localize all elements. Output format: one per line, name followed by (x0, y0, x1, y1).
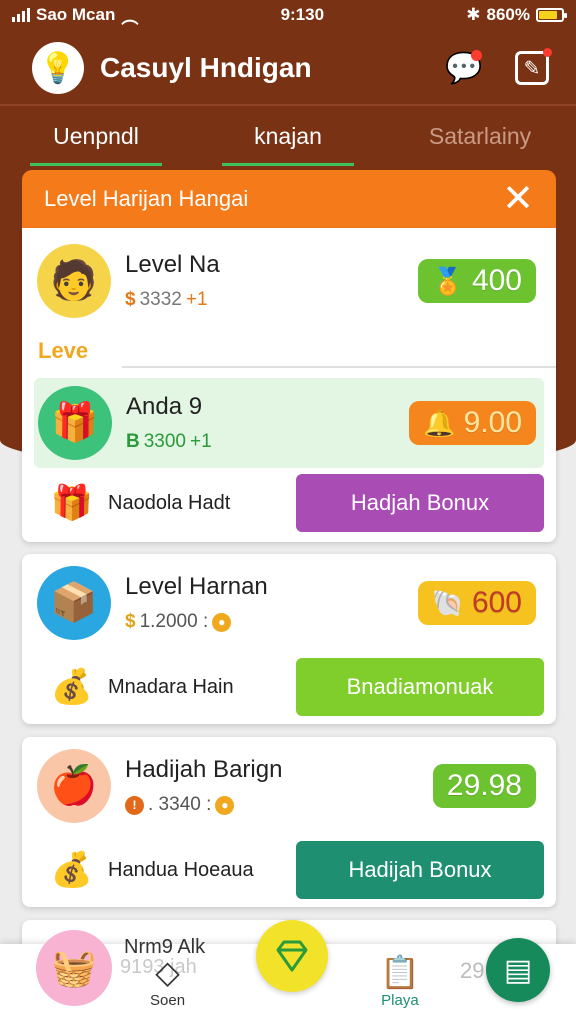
nav-center-button[interactable] (256, 920, 328, 992)
bluetooth-icon: ✱ (466, 5, 481, 24)
tab-3[interactable]: Satarlainy (384, 106, 576, 166)
nav-item-playa[interactable]: 📋 Playa (380, 952, 420, 1009)
card3-row[interactable]: 🍎 Hadijah Barign ! . 3340 : ● 29.98 (22, 749, 556, 823)
gift-box-avatar: 🎁 (38, 386, 112, 460)
bonus-label: Handua Hoeaua (108, 858, 254, 881)
row-name: Hadijah Barign (125, 756, 283, 783)
message-icon: ▤ (503, 953, 533, 987)
peek-value: 29 (460, 958, 485, 983)
currency-symbol: $ (125, 289, 136, 310)
reward-pill: 🏅 400 (417, 259, 536, 303)
dollar-coin-icon: 💰 (50, 668, 94, 706)
card3-bonus-row: 💰 Handua Hoeaua Hadijah Bonux (22, 841, 556, 899)
bell-icon: 🔔 (423, 407, 456, 438)
bonus-button[interactable]: Hadijah Bonux (296, 841, 544, 899)
tab-bar: Uenpndl knajan Satarlainy (0, 104, 576, 166)
nav-item-soen[interactable]: ◇ Soen (150, 952, 185, 1009)
card2-bonus-row: 💰 Mnadara Hain Bnadiamonuak (22, 658, 556, 716)
nav-label: Playa (381, 992, 419, 1009)
card1-row-1[interactable]: 🧑 Level Na $ 3332 +1 🏅 400 (22, 244, 556, 318)
status-right: ✱ 860% (466, 5, 567, 25)
shell-icon: 🐚 (431, 587, 464, 618)
chat-button[interactable]: 💬 (442, 46, 486, 90)
card1-row-2[interactable]: 🎁 Anda 9 B 3300 +1 🔔 9.00 (34, 378, 544, 468)
bottom-nav: 🧺 Nrm9 Alk 9193 jah ◇ Soen 📋 Playa 29 ▤ (0, 920, 576, 1024)
row-name: Level Na (125, 251, 220, 278)
gift-basket-avatar[interactable]: 🧺 (36, 930, 112, 1006)
row-amount: 3300 (143, 431, 187, 452)
card2-row[interactable]: 📦 Level Harnan $ 1.2000 : ● 🐚 600 (22, 566, 556, 640)
gift-icon: 🎁 (50, 484, 94, 522)
diamond-icon (276, 940, 308, 972)
battery-percent: 860% (486, 5, 530, 24)
badge-icon: ! (125, 795, 144, 815)
clipboard-icon: 📋 (380, 954, 420, 990)
battery-icon (535, 8, 567, 22)
bonus-label: Naodola Hadt (108, 491, 231, 514)
status-bar: Sao Mcan ︵ 9:130 ✱ 860% (0, 0, 576, 30)
row-bonus: +1 (190, 431, 212, 452)
app-title: Casuyl Hndigan (100, 52, 312, 83)
level-card-1: 🧑 Level Na $ 3332 +1 🏅 400 Leve 🎁 Anda 9… (22, 228, 556, 542)
carrier-name: Sao Mcan (36, 5, 116, 24)
app-header: 💡 Casuyl Hndigan 💬 ✎ (0, 36, 576, 100)
dollar-coin-icon: 💰 (50, 851, 94, 889)
lightbulb-icon: 💡 (32, 42, 84, 94)
bonus-label: Mnadara Hain (108, 675, 234, 698)
row-bonus: +1 (185, 289, 208, 310)
row-name: Anda 9 (126, 393, 203, 420)
currency-symbol: $ (125, 611, 136, 632)
cube-icon: ◇ (155, 954, 180, 990)
tab-2[interactable]: knajan (192, 106, 384, 166)
level-banner: Level Harijan Hangai ✕ (22, 170, 556, 228)
status-left: Sao Mcan ︵ (12, 3, 138, 28)
row-name: Level Harnan (125, 573, 268, 600)
edit-notification-dot (543, 48, 552, 57)
tab-1[interactable]: Uenpndl (0, 106, 192, 166)
level-card-2: 📦 Level Harnan $ 1.2000 : ● 🐚 600 💰 Mnad… (22, 554, 556, 724)
reward-value: 600 (471, 586, 522, 619)
fruit-basket-avatar: 🍎 (37, 749, 111, 823)
notification-dot (471, 50, 482, 61)
banner-title: Level Harijan Hangai (44, 186, 249, 211)
edit-button[interactable]: ✎ (510, 46, 554, 90)
chat-fab-button[interactable]: ▤ (486, 938, 550, 1002)
reward-value: 9.00 (463, 406, 522, 439)
coin-icon: ● (215, 795, 235, 815)
close-icon[interactable]: ✕ (502, 180, 534, 218)
bonus-button[interactable]: Bnadiamonuak (296, 658, 544, 716)
bonus-button[interactable]: Hadjah Bonux (296, 474, 544, 532)
divider (122, 366, 556, 368)
reward-pill: 29.98 (432, 764, 536, 808)
coin-icon: ● (212, 612, 232, 632)
row-amount: 1.2000 : (139, 611, 209, 632)
reward-value: 400 (471, 264, 522, 297)
row-amount: . 3340 : (148, 794, 212, 815)
currency-symbol: B (126, 431, 140, 452)
reward-value: 29.98 (446, 769, 522, 802)
status-time: 9:130 (280, 5, 325, 24)
avatar: 🧑 (37, 244, 111, 318)
reward-pill: 🐚 600 (417, 581, 536, 625)
nav-label: Soen (150, 992, 186, 1009)
reward-pill: 🔔 9.00 (409, 401, 536, 445)
treasure-chest-avatar: 📦 (37, 566, 111, 640)
signal-icon (12, 8, 30, 22)
row-amount: 3332 (139, 289, 182, 310)
card1-bonus-row: 🎁 Naodola Hadt Hadjah Bonux (22, 474, 556, 532)
wifi-icon: ︵ (121, 7, 139, 27)
section-tag: Leve (38, 338, 89, 363)
level-card-3: 🍎 Hadijah Barign ! . 3340 : ● 29.98 💰 Ha… (22, 737, 556, 907)
star-badge-icon: 🏅 (431, 265, 464, 296)
